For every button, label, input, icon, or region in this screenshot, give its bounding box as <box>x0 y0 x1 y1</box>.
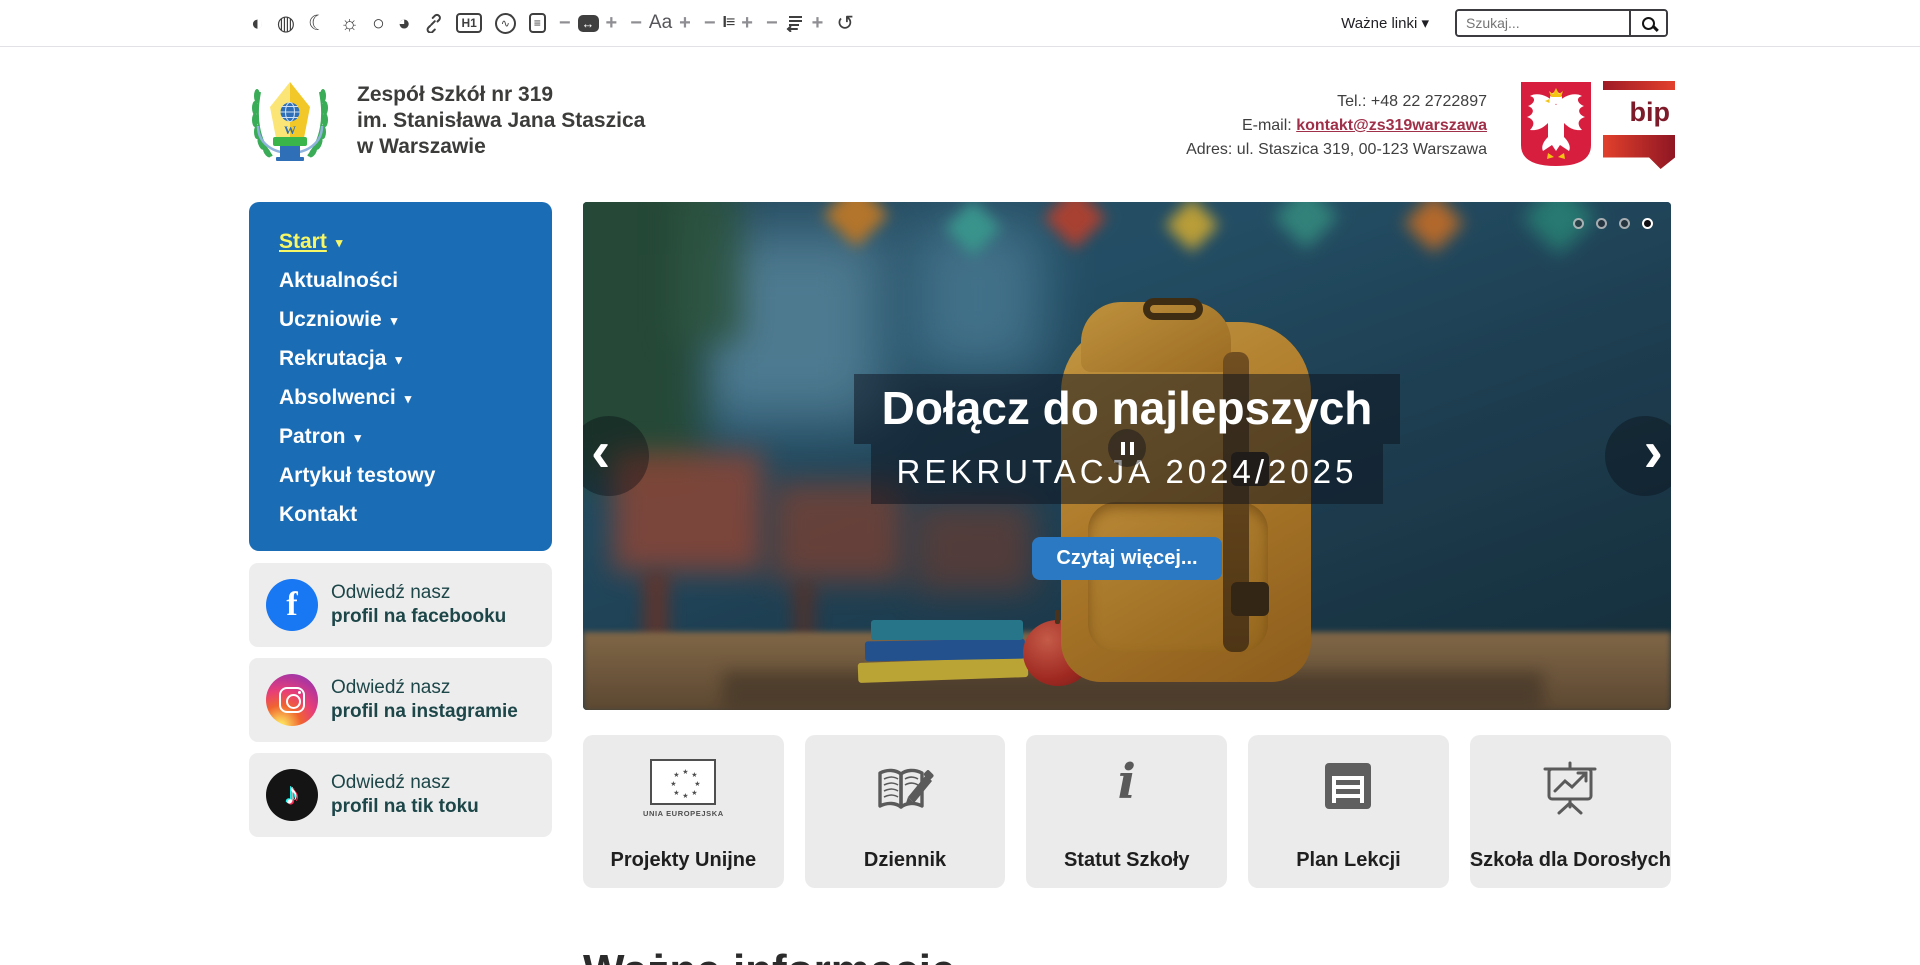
search-button[interactable] <box>1629 11 1666 35</box>
letter-spacing-increase[interactable]: + <box>812 12 824 35</box>
bip-logo[interactable]: bip <box>1603 81 1675 169</box>
chevron-down-icon: ▾ <box>355 427 362 446</box>
quicklink-projekty-unijne[interactable]: ★★ ★★ ★★ ★★ UNIA EUROPEJSKA Projekty Uni… <box>583 735 784 888</box>
chevron-down-icon: ▾ <box>391 310 398 329</box>
tiktok-icon: ♪ <box>266 769 318 821</box>
animations-toggle-icon[interactable]: ∿ <box>495 13 516 34</box>
content-width-icon[interactable]: ↔ <box>578 15 599 32</box>
nav-item-aktualnosci[interactable]: Aktualności <box>249 261 552 300</box>
facebook-link[interactable]: f Odwiedź nasz profil na facebooku <box>249 563 552 647</box>
line-height-icon[interactable]: I≡ <box>723 14 735 32</box>
bip-label: bip <box>1603 90 1675 135</box>
font-size-decrease[interactable]: − <box>630 12 642 35</box>
quicklinks-row: ★★ ★★ ★★ ★★ UNIA EUROPEJSKA Projekty Uni… <box>583 735 1671 888</box>
grayscale-icon[interactable]: ○ <box>372 13 385 34</box>
headings-icon[interactable]: H1 <box>456 13 481 33</box>
accessibility-toolbar: ◐ ◍ ☾ ☼ ○ ◕ H1 ∿ ≡ − ↔ + − Aa + − <box>0 0 1920 47</box>
read-more-button[interactable]: Czytaj więcej... <box>1032 537 1221 580</box>
invert-colors-icon[interactable]: ◍ <box>277 13 295 34</box>
nav-item-kontakt[interactable]: Kontakt <box>249 495 552 534</box>
content-width-increase[interactable]: + <box>606 12 618 35</box>
address: Adres: ul. Staszica 319, 00-123 Warszawa <box>1186 138 1487 162</box>
saturation-icon[interactable]: ◕ <box>398 13 411 34</box>
info-icon: i <box>1026 761 1227 804</box>
reset-accessibility-icon[interactable]: ↺ <box>836 13 854 34</box>
email-link[interactable]: kontakt@zs319warszawa <box>1296 117 1487 134</box>
chevron-down-icon: ▾ <box>395 349 402 368</box>
chevron-down-icon: ▾ <box>336 232 343 251</box>
line-height-increase[interactable]: + <box>741 12 753 35</box>
phone-number: Tel.: +48 22 2722897 <box>1186 90 1487 114</box>
readable-font-icon[interactable]: ≡ <box>529 13 546 33</box>
quicklink-statut-szkoly[interactable]: i Statut Szkoły <box>1026 735 1227 888</box>
instagram-link[interactable]: Odwiedź nasz profil na instagramie <box>249 658 552 742</box>
nav-item-uczniowie[interactable]: Uczniowie▾ <box>249 300 552 339</box>
highlight-links-icon[interactable] <box>423 13 443 33</box>
carousel-dot-2[interactable] <box>1596 218 1607 229</box>
school-logo: W <box>246 74 334 177</box>
nav-item-artykul-testowy[interactable]: Artykuł testowy <box>249 456 552 495</box>
nav-item-rekrutacja[interactable]: Rekrutacja▾ <box>249 339 552 378</box>
school-name: Zespół Szkół nr 319 im. Stanisława Jana … <box>357 82 645 160</box>
important-links-dropdown[interactable]: Ważne linki ▾ <box>1341 14 1429 32</box>
search-box <box>1455 9 1668 37</box>
chevron-down-icon: ▾ <box>1421 15 1429 32</box>
dark-mode-icon[interactable]: ☾ <box>308 13 327 34</box>
contact-info: Tel.: +48 22 2722897 E-mail: kontakt@zs3… <box>1186 90 1487 162</box>
content-width-decrease[interactable]: − <box>559 12 571 35</box>
bip-bottom-flag <box>1603 135 1675 169</box>
quicklink-dziennik[interactable]: Dziennik <box>805 735 1006 888</box>
chevron-down-icon: ▾ <box>405 388 412 407</box>
line-height-decrease[interactable]: − <box>704 12 716 35</box>
brightness-icon[interactable]: ☼ <box>340 13 359 34</box>
svg-text:W: W <box>284 123 296 137</box>
page: ◐ ◍ ☾ ☼ ○ ◕ H1 ∿ ≡ − ↔ + − Aa + − <box>0 0 1920 965</box>
accessibility-controls: ◐ ◍ ☾ ☼ ○ ◕ H1 ∿ ≡ − ↔ + − Aa + − <box>251 12 854 35</box>
carousel-dot-3[interactable] <box>1619 218 1630 229</box>
letter-spacing-icon[interactable] <box>785 14 805 32</box>
presentation-chart-icon <box>1470 761 1671 817</box>
nav-item-start[interactable]: Start▾ <box>249 222 552 261</box>
bip-top-stripe <box>1603 81 1675 90</box>
carousel-dot-1[interactable] <box>1573 218 1584 229</box>
contrast-icon[interactable]: ◐ <box>251 13 264 34</box>
carousel-dot-4[interactable] <box>1642 218 1653 229</box>
carousel-dots <box>1573 218 1653 229</box>
quicklink-plan-lekcji[interactable]: Plan Lekcji <box>1248 735 1449 888</box>
instagram-icon <box>266 674 318 726</box>
tiktok-link[interactable]: ♪ Odwiedź nasz profil na tik toku <box>249 753 552 837</box>
facebook-icon: f <box>266 579 318 631</box>
section-heading: Ważne informacje <box>583 946 955 965</box>
carousel-pause-button[interactable] <box>1108 429 1146 467</box>
nav-item-patron[interactable]: Patron▾ <box>249 417 552 456</box>
book-pencil-icon <box>805 765 1006 817</box>
hero-carousel: Dołącz do najlepszych REKRUTACJA 2024/20… <box>583 202 1671 710</box>
schedule-icon <box>1248 763 1449 809</box>
font-size-increase[interactable]: + <box>679 12 691 35</box>
search-input[interactable] <box>1457 11 1629 35</box>
poland-coat-of-arms <box>1518 79 1594 174</box>
eu-flag-icon: ★★ ★★ ★★ ★★ UNIA EUROPEJSKA <box>583 759 784 818</box>
font-size-icon[interactable]: Aa <box>649 12 672 34</box>
search-icon <box>1642 17 1655 30</box>
main-navigation: Start▾ Aktualności Uczniowie▾ Rekrutacja… <box>249 202 552 551</box>
quicklink-szkola-dla-doroslych[interactable]: Szkoła dla Dorosłych <box>1470 735 1671 888</box>
social-links: f Odwiedź nasz profil na facebooku Odwie… <box>249 563 552 848</box>
nav-item-absolwenci[interactable]: Absolwenci▾ <box>249 378 552 417</box>
letter-spacing-decrease[interactable]: − <box>766 12 778 35</box>
